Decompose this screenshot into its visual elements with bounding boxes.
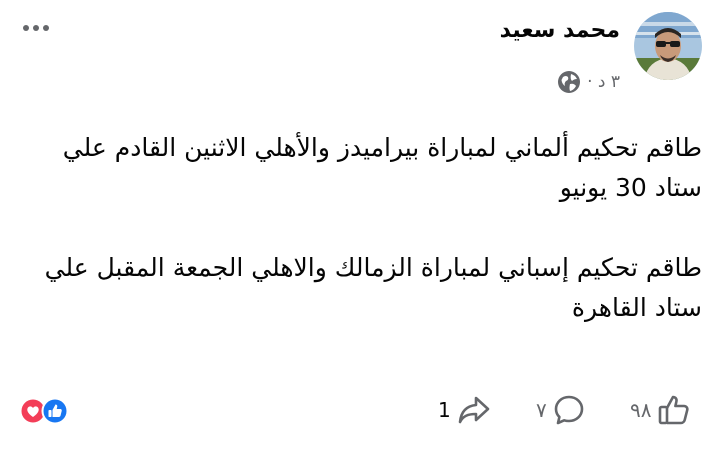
post-meta: ٣ د · [557,70,620,94]
author-name[interactable]: محمد سعيد [500,18,620,43]
more-options-icon-dot [43,25,49,31]
reactions-summary[interactable] [18,396,78,426]
avatar[interactable] [634,12,702,80]
globe-icon[interactable] [557,70,581,94]
share-button[interactable]: 1 [438,392,491,428]
comment-icon [554,395,584,425]
comment-button[interactable]: ٧ [536,392,585,428]
avatar-photo [634,12,702,80]
share-icon [458,396,490,424]
like-count: ٩٨ [630,398,652,422]
post-body: طاقم تحكيم ألماني لمباراة بيراميدز والأه… [12,128,702,328]
like-reaction-icon [41,397,69,425]
comment-count: ٧ [536,398,547,422]
thumbs-up-icon [659,395,690,425]
post-timestamp[interactable]: ٣ د · [587,72,620,92]
more-options-icon-dot [23,25,29,31]
like-button[interactable]: ٩٨ [630,392,691,428]
post-paragraph: طاقم تحكيم إسباني لمباراة الزمالك والاهل… [44,253,702,322]
share-count: 1 [438,398,451,422]
more-options-icon-dot [33,25,39,31]
post-paragraph: طاقم تحكيم ألماني لمباراة بيراميدز والأه… [62,133,702,202]
more-options-button[interactable] [16,18,56,38]
post-card: محمد سعيد ٣ د · طاقم تحكيم ألماني لمبارا… [0,0,720,452]
